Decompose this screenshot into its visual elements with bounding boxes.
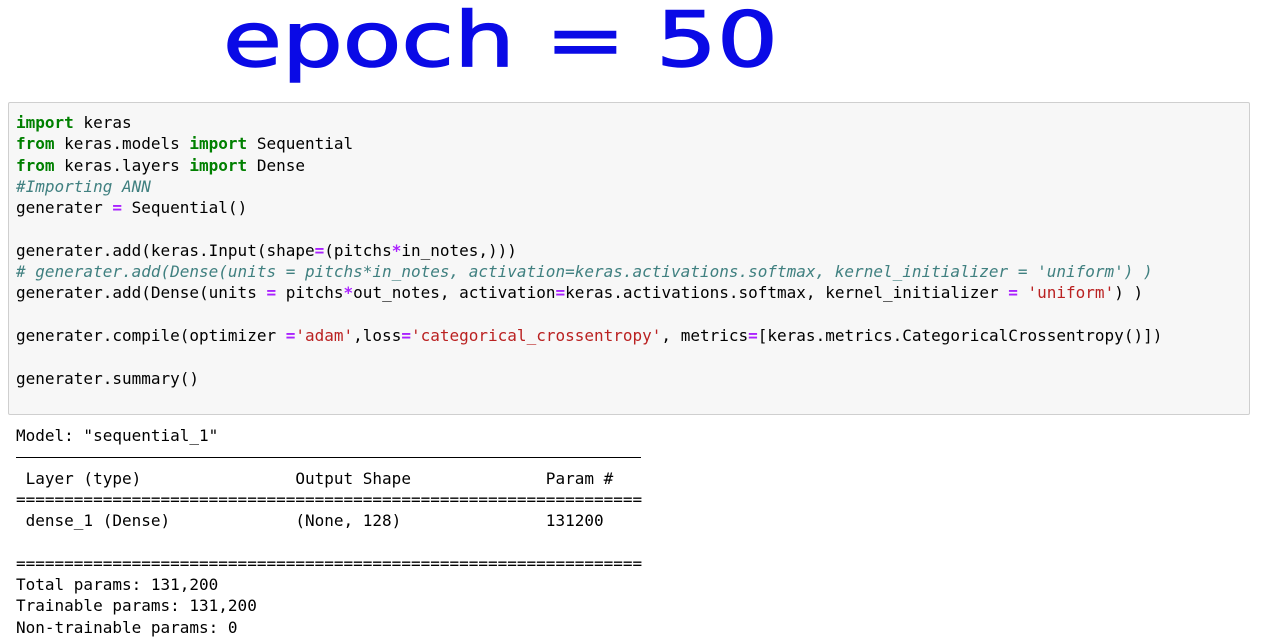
code-cell[interactable]: import keras from keras.models import Seq… — [8, 102, 1250, 415]
code-token: generater.add(keras.Input(shape — [16, 240, 315, 260]
keyword-token: from — [16, 155, 55, 175]
code-line: generater.compile(optimizer ='adam',loss… — [16, 325, 1162, 346]
operator-token: = — [555, 283, 566, 303]
code-token: keras — [73, 113, 132, 132]
code-token: , metrics — [661, 325, 749, 345]
keyword-token: from — [16, 134, 55, 154]
model-name-line: Model: "sequential_1" — [16, 426, 219, 445]
code-line: generater.add(Dense(units = pitchs*out_n… — [16, 282, 1162, 303]
summary-header: Layer (type) Output Shape Param # — [16, 468, 643, 488]
keyword-token: import — [189, 134, 248, 154]
operator-token: = — [266, 283, 277, 303]
comment-token: #Importing ANN — [16, 176, 151, 196]
code-line: from keras.layers import Dense — [16, 155, 1162, 176]
operator-token: = — [112, 198, 122, 218]
summary-layer-row: dense_1 (Dense) (None, 128) 131200 — [16, 511, 643, 531]
summary-double-rule: ========================================… — [16, 489, 643, 509]
string-token: 'uniform' — [1027, 283, 1115, 303]
cell-output: Model: "sequential_1" Layer (type) Outpu… — [16, 425, 642, 638]
code-token: Sequential — [247, 134, 354, 154]
keyword-token: import — [189, 155, 248, 175]
code-token: ,loss — [353, 325, 402, 345]
code-line: generater = Sequential() — [16, 197, 1162, 218]
string-token: 'adam' — [295, 325, 354, 345]
summary-top-rule — [16, 446, 642, 467]
string-token: 'categorical_crossentropy' — [410, 325, 662, 345]
code-token: pitchs — [276, 283, 344, 303]
code-line: # generater.add(Dense(units = pitchs*in_… — [16, 261, 1162, 282]
code-token: generater.add(Dense(units — [16, 283, 267, 303]
operator-token: = — [285, 325, 296, 345]
code-editor[interactable]: import keras from keras.models import Seq… — [16, 112, 1162, 389]
code-token: [keras.metrics.CategoricalCrossentropy()… — [757, 325, 1163, 345]
code-token: keras.activations.softmax, kernel_initia… — [565, 283, 1009, 303]
handwritten-annotation: epoch = 50 — [0, 0, 1263, 105]
code-token: generater.summary() — [16, 368, 200, 388]
code-line: from keras.models import Sequential — [16, 133, 1162, 154]
operator-token: = — [748, 325, 758, 345]
code-token: keras.models — [54, 134, 190, 154]
handwritten-annotation-text: epoch = 50 — [223, 0, 778, 84]
comment-token: # generater.add(Dense(units = pitchs*in_… — [16, 262, 1153, 282]
trainable-params: Trainable params: 131,200 — [16, 596, 257, 616]
code-line: #Importing ANN — [16, 176, 1162, 197]
code-line: generater.add(keras.Input(shape=(pitchs*… — [16, 240, 1162, 261]
code-token: keras.layers — [54, 155, 190, 175]
code-token: generater.compile(optimizer — [16, 325, 286, 345]
operator-token: * — [343, 283, 354, 303]
summary-double-rule-bottom: ========================================… — [16, 553, 643, 573]
code-token: in_notes,))) — [401, 240, 517, 260]
operator-token: * — [391, 240, 402, 260]
non-trainable-params: Non-trainable params: 0 — [16, 617, 238, 637]
keyword-token: import — [16, 113, 74, 132]
operator-token: = — [401, 325, 411, 345]
total-params: Total params: 131,200 — [16, 575, 219, 595]
code-token: (pitchs — [324, 240, 392, 260]
code-token: generater — [16, 198, 113, 218]
operator-token: = — [1008, 283, 1018, 303]
code-token: out_notes, activation — [353, 283, 556, 303]
code-line: import keras — [16, 112, 1162, 133]
operator-token: = — [314, 240, 325, 260]
code-token: Dense — [247, 155, 305, 175]
code-line: generater.summary() — [16, 368, 1162, 389]
code-token: ) ) — [1114, 283, 1144, 303]
code-token: Sequential() — [121, 198, 248, 218]
